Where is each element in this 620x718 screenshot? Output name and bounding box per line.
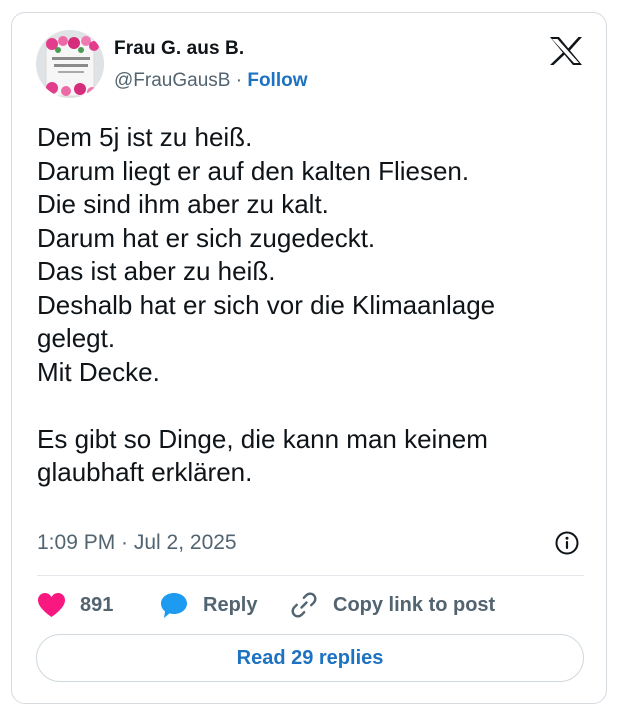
tweet-text-line: glaubhaft erklären. <box>37 457 253 487</box>
author-handle[interactable]: @FrauGausB <box>114 70 230 91</box>
copy-link-label: Copy link to post <box>333 593 496 616</box>
info-icon[interactable] <box>554 530 580 556</box>
post-timestamp[interactable]: 1:09 PM · Jul 2, 2025 <box>37 531 237 555</box>
link-icon <box>291 592 317 618</box>
heart-icon <box>38 593 65 617</box>
speech-bubble-icon <box>161 592 187 618</box>
tweet-text-line: Es gibt so Dinge, die kann man keinem <box>37 423 488 454</box>
tweet-text-line: Die sind ihm aber zu kalt. <box>37 189 329 219</box>
reply-label: Reply <box>203 593 258 616</box>
action-bar: 891 Reply Copy link to post <box>37 588 584 622</box>
read-replies-button[interactable]: Read 29 replies <box>36 634 584 682</box>
avatar[interactable] <box>36 30 104 98</box>
tweet-text-line: Darum hat er sich zugedeckt. <box>37 222 376 253</box>
reply-button[interactable]: Reply <box>160 588 257 622</box>
tweet-text-line: Das ist aber zu heiß. <box>37 256 276 286</box>
tweet-text-line: Dem 5j ist zu heiß. <box>37 122 253 152</box>
like-count: 891 <box>80 593 114 616</box>
like-button[interactable]: 891 <box>37 588 113 622</box>
tweet-text-line: Darum liegt er auf den kalten Fliesen. <box>37 155 470 186</box>
tweet-text-line: Deshalb hat er sich vor die Klimaanlage <box>37 289 496 320</box>
copy-link-button[interactable]: Copy link to post <box>290 588 495 622</box>
author-handle-row: @FrauGausB · Follow <box>114 70 308 92</box>
tweet-text: Dem 5j ist zu heiß. Darum liegt er auf d… <box>37 121 582 490</box>
tweet-text-line: Mit Decke. <box>37 356 160 387</box>
divider <box>37 575 584 576</box>
follow-button[interactable]: Follow <box>247 70 307 91</box>
author-display-name[interactable]: Frau G. aus B. <box>114 38 244 60</box>
separator-dot: · <box>235 70 243 91</box>
tweet-text-line <box>37 389 582 423</box>
profile-photo-mug <box>36 30 104 98</box>
tweet-text-line: gelegt. <box>37 323 116 353</box>
x-logo-icon[interactable] <box>549 36 583 66</box>
